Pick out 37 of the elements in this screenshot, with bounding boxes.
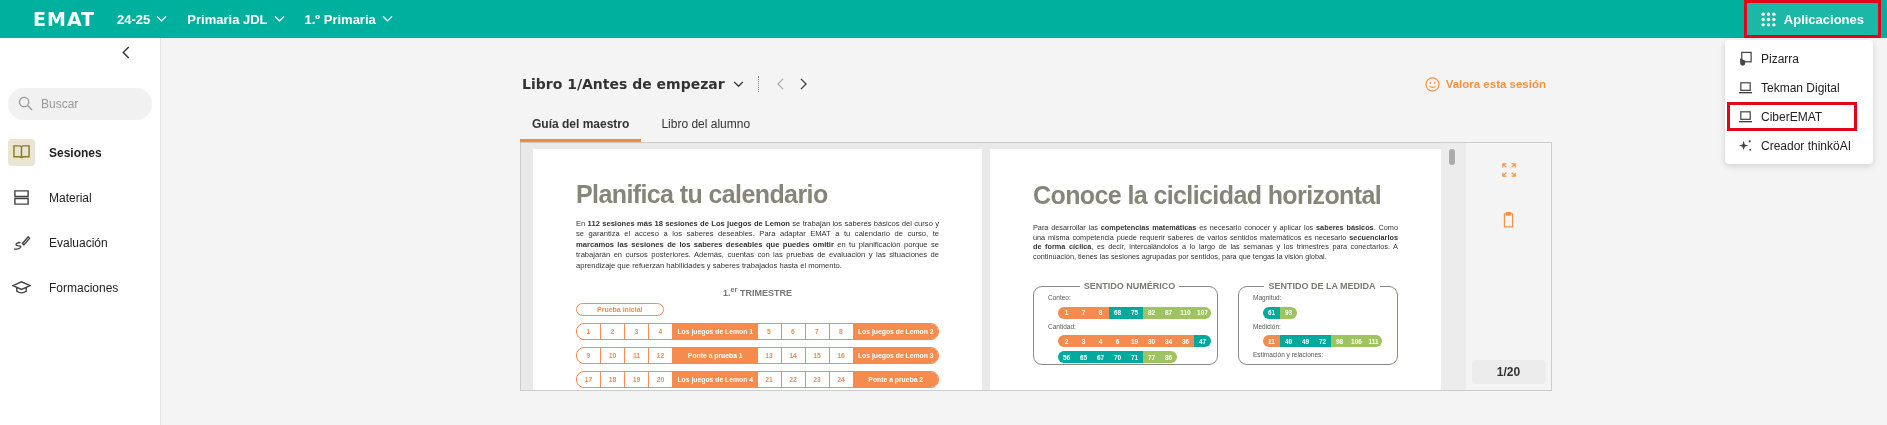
laptop-icon	[1738, 109, 1753, 124]
clipboard-icon[interactable]	[1502, 211, 1515, 228]
nav-item[interactable]: Formaciones	[8, 265, 152, 310]
scrollbar[interactable]	[1441, 143, 1466, 390]
chevron-down-icon	[273, 15, 285, 23]
grid-icon	[1760, 11, 1776, 27]
chevron-down-icon	[732, 80, 744, 88]
group-title: SENTIDO NUMÉRICO	[1082, 281, 1177, 292]
menu-item[interactable]: CiberEMAT	[1727, 102, 1857, 131]
menu-item[interactable]: Pizarra	[1727, 44, 1871, 73]
book-icon	[12, 144, 31, 161]
search-icon	[18, 96, 33, 111]
page-title: Conoce la ciclicidad horizontal	[1033, 181, 1383, 210]
search-field[interactable]: Buscar	[8, 88, 152, 120]
menu-item[interactable]: Tekman Digital	[1727, 73, 1871, 102]
tab[interactable]: Libro del alumno	[649, 109, 763, 142]
chevron-down-icon	[381, 15, 393, 23]
page-title: Planifica tu calendario	[576, 180, 829, 209]
nav-item[interactable]: Material	[8, 175, 152, 220]
chevron-right-icon[interactable]	[799, 78, 807, 90]
pen-icon	[12, 234, 31, 251]
chevron-down-icon	[156, 15, 168, 23]
expand-icon[interactable]	[1501, 163, 1516, 177]
page-counter: 1/20	[1471, 360, 1546, 384]
group-title: SENTIDO DE LA MEDIDA	[1267, 281, 1377, 292]
laptop-icon	[1738, 80, 1753, 95]
book-dropdown[interactable]: Libro 1/Antes de empezar	[520, 76, 744, 92]
touch-board-icon	[1738, 51, 1753, 66]
nav-item[interactable]: Evaluación	[8, 220, 152, 265]
nav-item[interactable]: Sesiones	[8, 130, 152, 175]
menu-item[interactable]: Creador thinköAI	[1727, 131, 1871, 160]
sparkle-icon	[1738, 138, 1753, 153]
stack-icon	[12, 189, 31, 206]
smiley-icon	[1424, 76, 1440, 92]
chevron-left-icon[interactable]	[122, 46, 130, 59]
section-heading: 1.$^{er}$ TRIMESTRE	[721, 285, 794, 299]
graduation-cap-icon	[12, 279, 31, 296]
